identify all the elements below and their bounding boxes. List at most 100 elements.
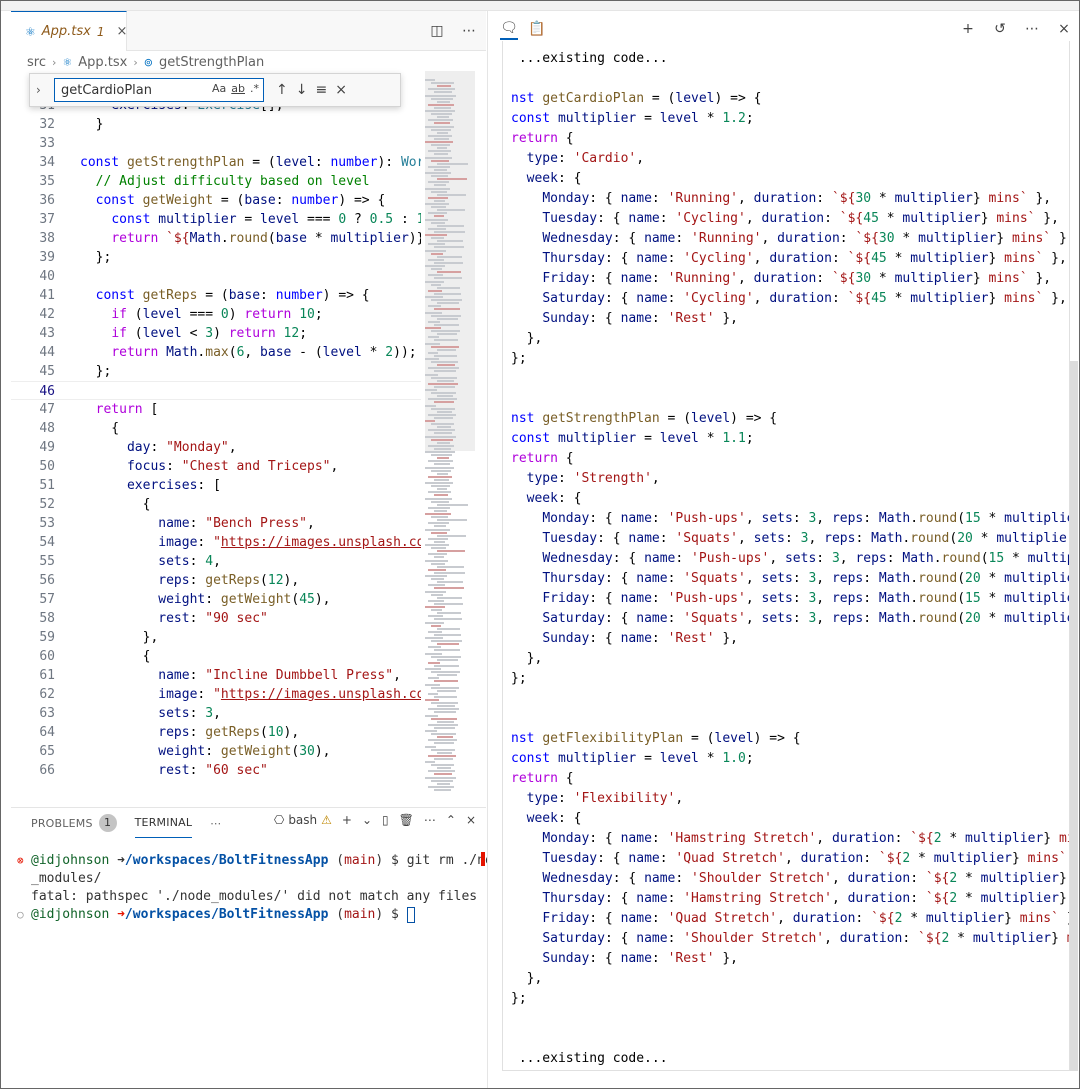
code-line[interactable]: 50 focus: "Chest and Triceps", (11, 457, 421, 476)
code-line[interactable]: 57 weight: getWeight(45), (11, 590, 421, 609)
code-line[interactable]: 41 const getReps = (base: number) => { (11, 286, 421, 305)
code-token: 0 (220, 307, 229, 322)
tab-problems[interactable]: PROBLEMS 1 (31, 808, 117, 838)
minimap-line (428, 258, 444, 261)
code-line[interactable]: 58 rest: "90 sec" (11, 609, 421, 628)
history-icon[interactable]: ↺ (991, 19, 1009, 39)
code-token: multiplier (910, 251, 989, 266)
code-token: : (659, 531, 676, 546)
code-line[interactable]: 37 const multiplier = level === 0 ? 0.5 … (11, 210, 421, 229)
code-line[interactable]: 36 const getWeight = (base: number) => { (11, 191, 421, 210)
command-success-icon[interactable]: ○ (17, 906, 24, 924)
code-line[interactable]: 66 rest: "60 sec" (11, 761, 421, 780)
close-panel-icon[interactable]: × (466, 813, 476, 827)
code-line[interactable]: 34 const getStrengthPlan = (level: number… (11, 153, 421, 172)
line-number: 32 (39, 117, 55, 132)
find-input[interactable]: getCardioPlan Aa ab .* (54, 78, 264, 102)
breadcrumb-file[interactable]: App.tsx (78, 55, 127, 70)
code-line[interactable]: 62 image: "https://images.unsplash.co (11, 685, 421, 704)
code-line[interactable]: 63 sets: 3, (11, 704, 421, 723)
code-line[interactable]: 44 return Math.max(6, base - (level * 2)… (11, 343, 421, 362)
code-line[interactable]: 61 name: "Incline Dumbbell Press", (11, 666, 421, 685)
code-line[interactable]: 43 if (level < 3) return 12; (11, 324, 421, 343)
close-find-icon[interactable]: × (335, 82, 347, 98)
match-case-icon[interactable]: Aa (212, 82, 226, 95)
minimap-line (428, 785, 454, 788)
code-token: : (189, 668, 206, 683)
code-line[interactable]: 65 weight: getWeight(30), (11, 742, 421, 761)
add-icon[interactable]: + (959, 19, 977, 39)
whole-word-icon[interactable]: ab (231, 82, 245, 95)
next-match-icon[interactable]: ↓ (296, 82, 308, 98)
code-line[interactable]: 52 { (11, 495, 421, 514)
code-token: : { (604, 571, 637, 586)
tab-close-icon[interactable]: × (117, 24, 128, 39)
code-line[interactable]: 33 (11, 134, 421, 153)
split-terminal-icon[interactable]: ▯ (382, 813, 389, 827)
more-icon[interactable]: ⋯ (460, 21, 478, 41)
trash-icon[interactable]: 🗑 (399, 813, 414, 827)
add-terminal-icon[interactable]: + (342, 813, 352, 827)
code-token: : { (589, 911, 621, 926)
code-line[interactable]: 42 if (level === 0) return 10; (11, 305, 421, 324)
code-line: Tuesday: { name: 'Squats', sets: 3, reps… (511, 529, 1069, 549)
code-block[interactable]: ...existing code... nst getCardioPlan = (… (502, 41, 1070, 1071)
code-token: , (777, 911, 793, 926)
code-line[interactable]: 53 name: "Bench Press", (11, 514, 421, 533)
breadcrumb-src[interactable]: src (27, 55, 46, 70)
code-line[interactable]: 45 }; (11, 362, 421, 381)
code-line[interactable]: 49 day: "Monday", (11, 438, 421, 457)
code-line[interactable]: 39 }; (11, 248, 421, 267)
breadcrumb-symbol[interactable]: getStrengthPlan (159, 55, 264, 70)
terminal[interactable]: ⊗ @idjohnson ➜/workspaces/BoltFitnessApp … (11, 852, 508, 924)
code-line: const multiplier = level * 1.2; (511, 109, 754, 129)
code-line[interactable]: 40 (11, 267, 421, 286)
command-error-icon[interactable]: ⊗ (17, 852, 24, 870)
chat-icon[interactable]: 🗨 (500, 18, 518, 40)
code-token: return (228, 326, 284, 341)
code-line[interactable]: 47 return [ (11, 400, 421, 419)
code-line[interactable]: 46 (11, 381, 421, 400)
find-in-selection-icon[interactable]: ≡ (315, 82, 327, 98)
regex-icon[interactable]: .* (250, 82, 259, 95)
code-line[interactable]: 48 { (11, 419, 421, 438)
tab-terminal[interactable]: TERMINAL (134, 808, 193, 838)
code-line[interactable]: 32 } (11, 115, 421, 134)
tab-app-tsx[interactable]: ⚛ App.tsx 1 × (11, 11, 127, 51)
more-icon[interactable]: ⋯ (424, 813, 436, 827)
code-line[interactable]: 54 image: "https://images.unsplash.co (11, 533, 421, 552)
line-number: 41 (39, 288, 55, 303)
code-token: duration (769, 291, 832, 306)
code-token: multiplier (557, 111, 637, 126)
more-icon[interactable]: ⋯ (1023, 19, 1041, 39)
code-line[interactable]: 56 reps: getReps(12), (11, 571, 421, 590)
code-line[interactable]: 38 return `${Math.round(base * multiplie… (11, 229, 421, 248)
minimap-line (437, 85, 451, 88)
code-line[interactable]: 60 { (11, 647, 421, 666)
code-token: 'Rest' (667, 631, 715, 646)
previous-match-icon[interactable]: ↑ (276, 82, 288, 98)
chevron-down-icon[interactable]: ⌄ (362, 813, 372, 827)
line-number: 65 (39, 744, 55, 759)
edits-icon[interactable]: 📋 (528, 19, 546, 39)
terminal-select[interactable]: ⎔ bash ⚠ (274, 813, 332, 827)
code-token: duration (753, 191, 817, 206)
maximize-panel-icon[interactable]: ⌃ (446, 813, 456, 827)
chat-scrollbar[interactable] (1070, 361, 1078, 1071)
code-line[interactable]: 64 reps: getReps(10), (11, 723, 421, 742)
code-editor[interactable]: 30 focus: string;31 exercises: Exercise[… (11, 77, 421, 803)
code-line[interactable]: 55 sets: 4, (11, 552, 421, 571)
code-line[interactable]: 35 // Adjust difficulty based on level (11, 172, 421, 191)
code-line[interactable]: 59 }, (11, 628, 421, 647)
line-text: } (80, 115, 104, 134)
split-editor-icon[interactable]: ◫ (428, 21, 446, 41)
code-token: }, (1043, 291, 1067, 306)
panel-more-icon[interactable]: ⋯ (210, 808, 221, 838)
toggle-replace-icon[interactable]: › (36, 83, 50, 97)
code-line[interactable]: 51 exercises: [ (11, 476, 421, 495)
code-token: : { (612, 871, 645, 886)
close-icon[interactable]: × (1055, 19, 1073, 39)
minimap-line (434, 153, 448, 156)
minimap[interactable] (425, 71, 475, 807)
